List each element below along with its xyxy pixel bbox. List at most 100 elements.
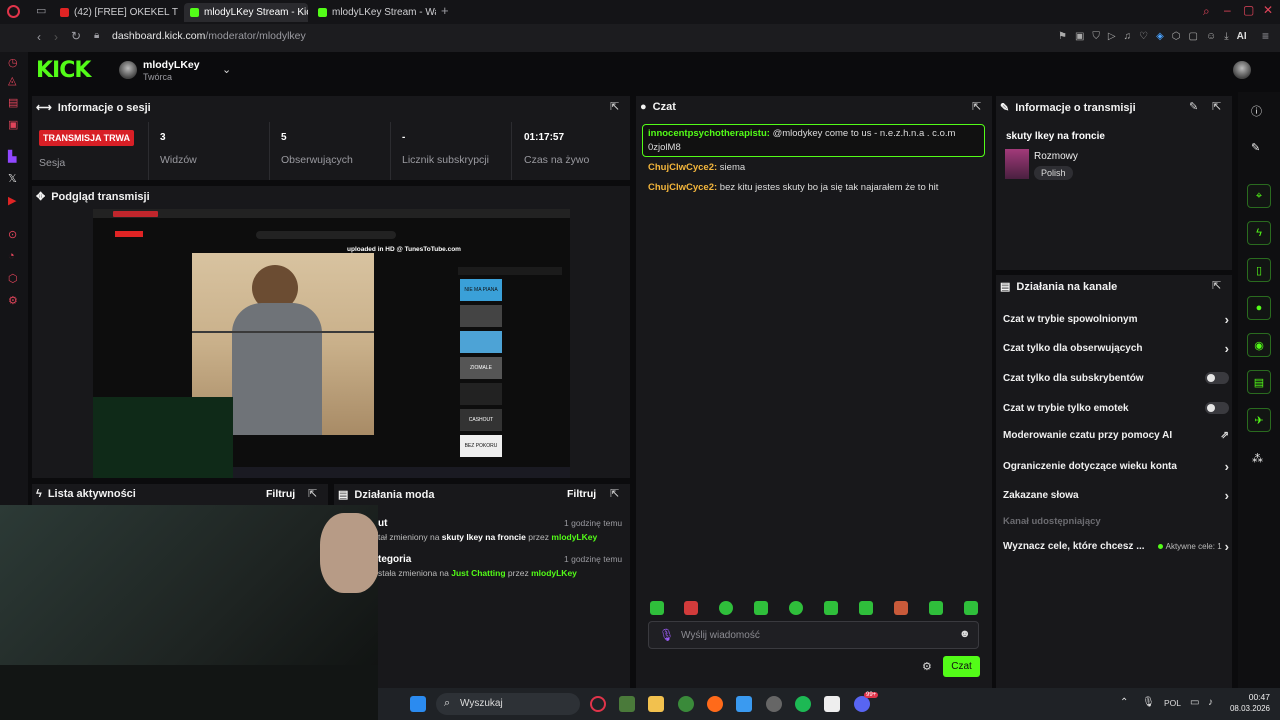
store-icon[interactable]	[736, 696, 752, 712]
emote-icon[interactable]	[894, 601, 908, 615]
popout-icon[interactable]: ⇱	[610, 487, 619, 500]
subscribers-only-toggle[interactable]	[1205, 372, 1229, 384]
rail-activity-button[interactable]: ϟ	[1247, 221, 1271, 245]
clock-date[interactable]: 08.03.2026	[1224, 704, 1270, 713]
reload-icon[interactable]: ↻	[71, 29, 81, 43]
stream-video[interactable]: uploaded in HD @ TunesToTube.com NIE MA …	[93, 209, 570, 478]
discord-icon[interactable]	[854, 696, 870, 712]
tray-arrow-icon[interactable]: ⌃	[1120, 697, 1128, 708]
emote-icon[interactable]	[859, 601, 873, 615]
emote-icon[interactable]	[964, 601, 978, 615]
opera-logo-icon[interactable]	[7, 5, 20, 18]
language-indicator[interactable]: POL	[1164, 698, 1181, 708]
window-icon[interactable]	[824, 696, 840, 712]
send-chat-button[interactable]: Czat	[943, 656, 980, 677]
pencil-icon[interactable]: ✎	[1251, 141, 1260, 154]
mod-user[interactable]: mlodyLKey	[551, 532, 597, 542]
profile-icon[interactable]: ☺	[1206, 31, 1216, 42]
action-slow-mode[interactable]: Czat w trybie spowolnionym ›	[1003, 312, 1229, 327]
play-icon[interactable]: ▷	[1108, 31, 1116, 42]
popout-icon[interactable]: ⇱	[1212, 279, 1221, 292]
forward-icon[interactable]: ›	[54, 30, 58, 44]
settings-icon[interactable]: ⚙	[8, 294, 18, 307]
windows-start-icon[interactable]	[410, 696, 426, 712]
opera-taskbar-icon[interactable]	[590, 696, 606, 712]
volume-icon[interactable]: ♪	[1208, 697, 1213, 708]
tab-kick-watch[interactable]: mlodyLKey Stream - Watc	[312, 3, 436, 22]
action-banned-words[interactable]: Zakazane słowa ›	[1003, 488, 1229, 503]
extension-icon[interactable]: ⬡	[1172, 31, 1181, 42]
chat-username[interactable]: innocentpsychotherapistu:	[648, 128, 770, 139]
heart-icon[interactable]: ♡	[1139, 31, 1148, 42]
clock-icon[interactable]: ◔	[8, 250, 15, 262]
taskbar-search[interactable]: ⌕ Wyszukaj	[436, 693, 580, 715]
maximize-icon[interactable]: ▢	[1243, 3, 1254, 17]
tab-kick-dashboard[interactable]: mlodyLKey Stream - Kick	[184, 3, 308, 22]
menu-icon[interactable]: ≡	[1262, 29, 1269, 43]
action-followers-only[interactable]: Czat tylko dla obserwujących ›	[1003, 341, 1229, 356]
action-ai-moderation[interactable]: Moderowanie czatu przy pomocy AI ⇗	[1003, 430, 1229, 441]
popout-icon[interactable]: ⇱	[972, 100, 981, 113]
mic-icon[interactable]: 🎙︎	[659, 628, 674, 642]
mod-user[interactable]: mlodyLKey	[531, 568, 577, 578]
soundcloud-icon[interactable]	[707, 696, 723, 712]
mail-icon[interactable]: ▤	[8, 96, 18, 109]
search-icon[interactable]: ⌕	[1203, 4, 1210, 19]
edit-icon[interactable]: ✎	[1189, 100, 1198, 113]
chrome-icon[interactable]	[678, 696, 694, 712]
rail-broadcast-button[interactable]: ◉	[1247, 333, 1271, 357]
rail-preview-button[interactable]: ⌖	[1247, 184, 1271, 208]
close-icon[interactable]: ✕	[1263, 3, 1273, 17]
network-icon[interactable]: ▭	[1190, 697, 1199, 708]
x-icon[interactable]: 𝕏	[8, 172, 17, 185]
pin-icon[interactable]: ⊙	[8, 228, 17, 241]
avatar[interactable]	[119, 61, 137, 79]
music-icon[interactable]: ♫	[1124, 31, 1132, 42]
value[interactable]: Just Chatting	[451, 568, 505, 578]
emote-icon[interactable]	[754, 601, 768, 615]
back-icon[interactable]: ‹	[37, 30, 41, 44]
cube-icon[interactable]: ▢	[1189, 31, 1198, 42]
bookmark-icon[interactable]: ⚑	[1058, 31, 1067, 42]
emote-only-toggle[interactable]	[1205, 402, 1229, 414]
twitch-icon[interactable]: ▙	[8, 150, 16, 163]
history-icon[interactable]: ◷	[8, 56, 18, 69]
chat-input[interactable]: 🎙︎ Wyślij wiadomość ☻	[648, 621, 979, 649]
rail-tools-button[interactable]: ✈	[1247, 408, 1271, 432]
rail-layout-button[interactable]: ▤	[1247, 370, 1271, 394]
new-tab-icon[interactable]: +	[441, 3, 449, 18]
rail-log-button[interactable]: ▯	[1247, 258, 1271, 282]
mod-filter-button[interactable]: Filtruj	[567, 488, 596, 500]
category-name[interactable]: Rozmowy	[1034, 151, 1078, 162]
mic-tray-icon[interactable]: 🎙︎	[1142, 697, 1155, 708]
minimize-icon[interactable]: –	[1224, 3, 1231, 17]
spotify-icon[interactable]	[795, 696, 811, 712]
url-field[interactable]: dashboard.kick.com/moderator/mlodylkey	[112, 30, 306, 42]
profile-avatar[interactable]	[1233, 61, 1251, 79]
category-thumbnail[interactable]	[1005, 149, 1029, 179]
emoji-icon[interactable]: ☻	[959, 628, 971, 640]
chevron-down-icon[interactable]: ⌄	[222, 63, 231, 76]
tab-youtube[interactable]: (42) [FREE] OKEKEL TY	[54, 3, 178, 22]
messenger-icon[interactable]: ▣	[8, 118, 18, 131]
popout-icon[interactable]: ⇱	[610, 100, 619, 113]
kick-logo[interactable]: KICK	[36, 58, 91, 83]
vpn-icon[interactable]: ◈	[1156, 31, 1164, 42]
activity-filter-button[interactable]: Filtruj	[266, 488, 295, 500]
youtube-sidebar-icon[interactable]: ▶	[8, 194, 16, 207]
action-goals[interactable]: Wyznacz cele, które chcesz ... Aktywne c…	[1003, 539, 1229, 554]
popout-icon[interactable]: ⇱	[308, 487, 317, 500]
apps-icon[interactable]: ⁂	[1252, 452, 1263, 465]
steam-icon[interactable]	[766, 696, 782, 712]
pinned-message[interactable]: innocentpsychotherapistu: @mlodykey come…	[642, 124, 985, 157]
aria-icon[interactable]: ◬	[8, 74, 16, 87]
popout-icon[interactable]: ⇱	[1212, 100, 1221, 113]
emote-icon[interactable]	[650, 601, 664, 615]
chat-username[interactable]: ChujClwCyce2:	[648, 162, 717, 173]
app-icon[interactable]	[619, 696, 635, 712]
emote-icon[interactable]	[719, 601, 733, 615]
emote-icon[interactable]	[824, 601, 838, 615]
emote-icon[interactable]	[789, 601, 803, 615]
download-icon[interactable]: ⤓	[1224, 31, 1228, 42]
rail-chat-button[interactable]: ●	[1247, 296, 1271, 320]
